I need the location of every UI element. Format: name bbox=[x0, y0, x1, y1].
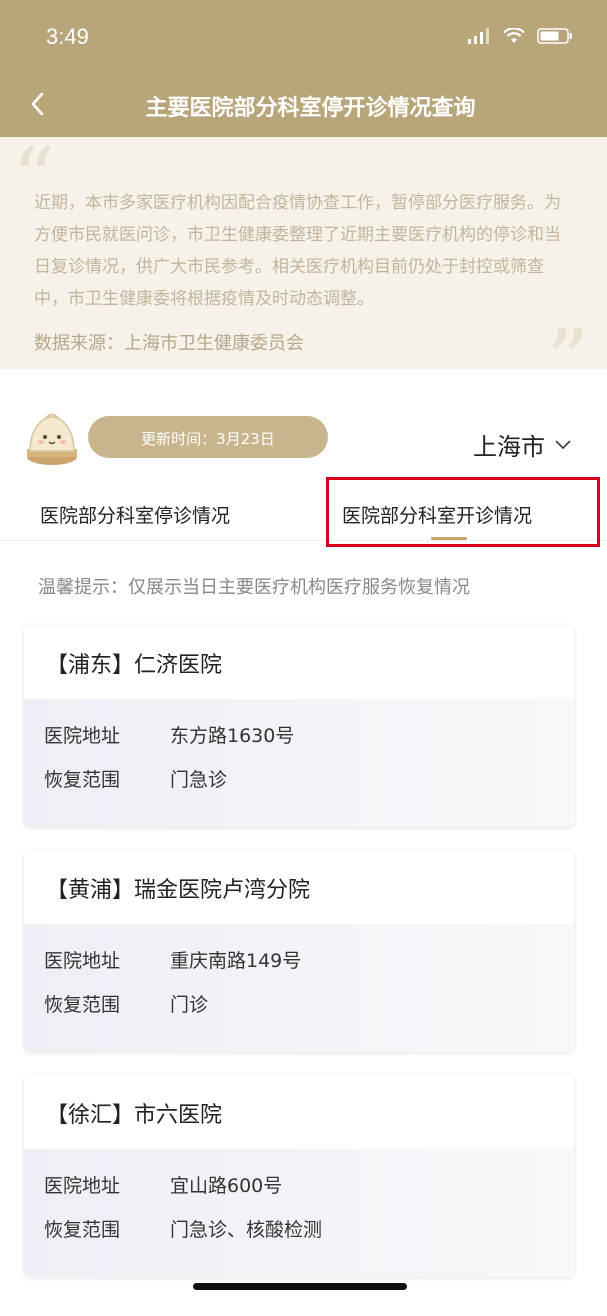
scope-value: 门急诊 bbox=[170, 769, 228, 791]
hospital-details: 医院地址 东方路1630号 恢复范围 门急诊 bbox=[24, 699, 574, 827]
tab-closure[interactable]: 医院部分科室停诊情况 bbox=[40, 501, 230, 528]
address-value: 重庆南路149号 bbox=[170, 950, 302, 972]
scope-value: 门急诊、核酸检测 bbox=[170, 1219, 323, 1241]
hospital-card[interactable]: 【黄浦】瑞金医院卢湾分院 医院地址 重庆南路149号 恢复范围 门诊 bbox=[24, 850, 574, 1052]
home-indicator[interactable] bbox=[193, 1283, 407, 1290]
nav-bar: 主要医院部分科室停开诊情况查询 bbox=[0, 75, 607, 137]
scope-label: 恢复范围 bbox=[44, 994, 121, 1016]
city-selector[interactable]: 上海市 bbox=[473, 427, 571, 462]
hospital-title: 【徐汇】市六医院 bbox=[46, 1103, 223, 1128]
data-source: 数据来源：上海市卫生健康委员会 bbox=[34, 333, 304, 354]
main-content: 更新时间：3月23日 上海市 医院部分科室停诊情况 医院部分科室开诊情况 温馨提… bbox=[0, 369, 607, 1316]
hospital-title: 【浦东】仁济医院 bbox=[46, 653, 223, 678]
tip-text: 温馨提示：仅展示当日主要医疗机构医疗服务恢复情况 bbox=[38, 577, 470, 598]
hospital-title: 【黄浦】瑞金医院卢湾分院 bbox=[46, 878, 311, 903]
highlight-box bbox=[326, 477, 600, 547]
intro-section: “ 近期，本市多家医疗机构因配合疫情协查工作，暂停部分医疗服务。为方便市民就医问… bbox=[0, 137, 607, 403]
signal-icon bbox=[468, 28, 489, 44]
address-label: 医院地址 bbox=[44, 1175, 121, 1197]
address-label: 医院地址 bbox=[44, 725, 121, 747]
wifi-icon bbox=[503, 28, 525, 43]
hospital-details: 医院地址 重庆南路149号 恢复范围 门诊 bbox=[24, 924, 574, 1052]
address-row: 医院地址 东方路1630号 bbox=[44, 721, 294, 748]
scope-label: 恢复范围 bbox=[44, 769, 121, 791]
scope-row: 恢复范围 门急诊、核酸检测 bbox=[44, 1215, 322, 1242]
intro-text: 近期，本市多家医疗机构因配合疫情协查工作，暂停部分医疗服务。为方便市民就医问诊，… bbox=[34, 193, 561, 309]
battery-icon bbox=[537, 28, 572, 44]
scope-row: 恢复范围 门诊 bbox=[44, 990, 208, 1017]
status-bar: 3:49 bbox=[0, 0, 607, 75]
chevron-down-icon bbox=[555, 439, 571, 449]
update-time-badge: 更新时间：3月23日 bbox=[88, 416, 328, 458]
address-label: 医院地址 bbox=[44, 950, 121, 972]
scope-row: 恢复范围 门急诊 bbox=[44, 765, 227, 792]
mascot-dumpling-icon bbox=[27, 413, 77, 465]
status-icons bbox=[467, 28, 573, 44]
address-row: 医院地址 宜山路600号 bbox=[44, 1171, 282, 1198]
address-row: 医院地址 重庆南路149号 bbox=[44, 946, 301, 973]
city-label: 上海市 bbox=[473, 433, 545, 461]
scope-label: 恢复范围 bbox=[44, 1219, 121, 1241]
hospital-card[interactable]: 【徐汇】市六医院 医院地址 宜山路600号 恢复范围 门急诊、核酸检测 bbox=[24, 1075, 574, 1277]
address-value: 东方路1630号 bbox=[170, 725, 295, 747]
hospital-details: 医院地址 宜山路600号 恢复范围 门急诊、核酸检测 bbox=[24, 1149, 574, 1277]
update-time-text: 更新时间：3月23日 bbox=[141, 430, 275, 448]
page-title: 主要医院部分科室停开诊情况查询 bbox=[145, 96, 476, 121]
status-time: 3:49 bbox=[46, 24, 89, 49]
hospital-card[interactable]: 【浦东】仁济医院 医院地址 东方路1630号 恢复范围 门急诊 bbox=[24, 625, 574, 827]
address-value: 宜山路600号 bbox=[170, 1175, 283, 1197]
scope-value: 门诊 bbox=[170, 994, 209, 1016]
